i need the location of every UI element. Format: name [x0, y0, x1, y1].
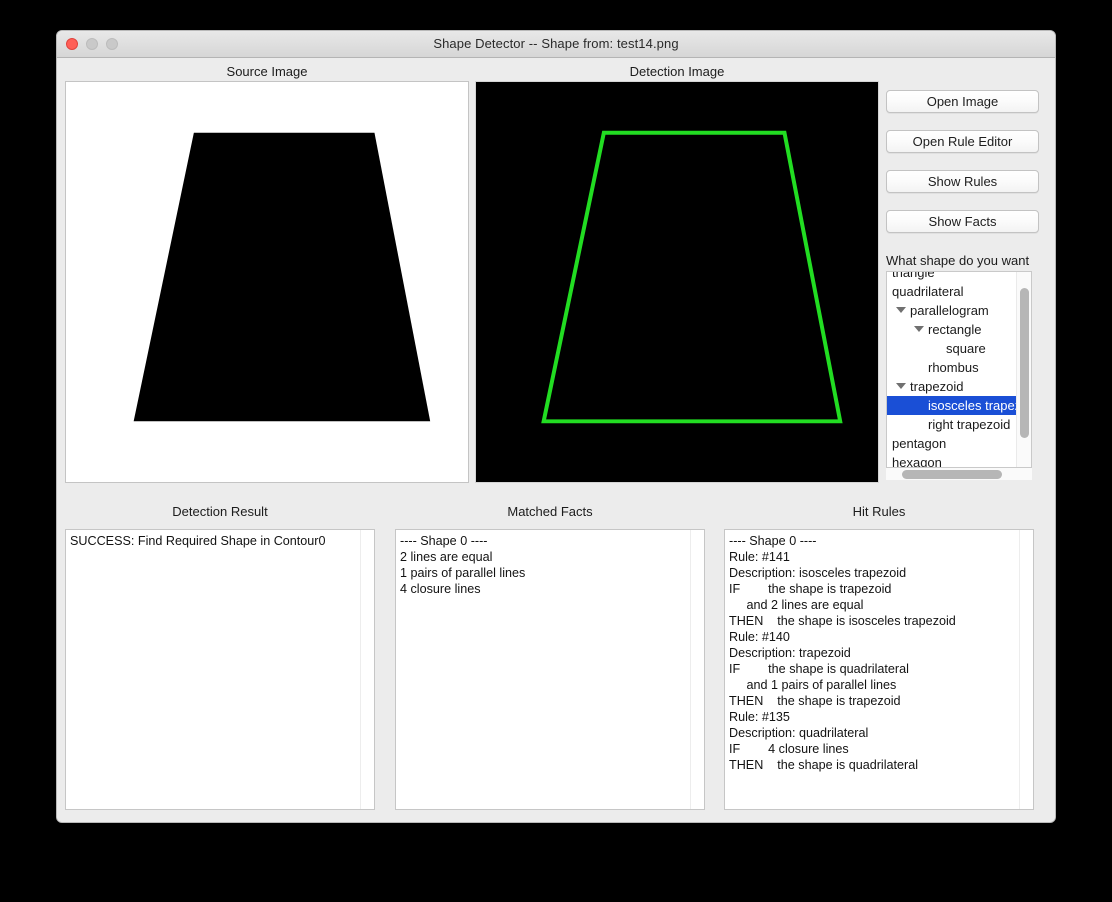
source-image-panel: [65, 81, 469, 483]
shape-tree[interactable]: triangle quadrilateral parallelogram rectan…: [886, 271, 1032, 468]
tree-item-label: triangle: [892, 272, 935, 280]
tree-item-triangle[interactable]: triangle: [887, 272, 1016, 282]
tree-item-trapezoid[interactable]: trapezoid: [887, 377, 1016, 396]
app-window: Shape Detector -- Shape from: test14.png…: [56, 30, 1056, 823]
hit-rules-text: ---- Shape 0 ---- Rule: #141 Description…: [729, 534, 956, 772]
tree-item-pentagon[interactable]: pentagon: [887, 434, 1016, 453]
matched-facts-panel[interactable]: ---- Shape 0 ---- 2 lines are equal 1 pa…: [395, 529, 705, 810]
open-image-button[interactable]: Open Image: [886, 90, 1039, 113]
shape-tree-label: What shape do you want: [886, 253, 1030, 268]
source-shape-svg: [133, 132, 431, 422]
detection-shape-svg: [541, 130, 843, 424]
tree-item-isosceles-trapezoid[interactable]: isosceles trapezoid: [887, 396, 1016, 415]
chevron-down-icon[interactable]: [896, 307, 906, 313]
shape-tree-viewport: triangle quadrilateral parallelogram rectan…: [887, 272, 1016, 468]
tree-item-label: isosceles trapezoid: [928, 398, 1016, 413]
shape-tree-horizontal-scrollbar[interactable]: [886, 468, 1032, 480]
tree-item-label: hexagon: [892, 455, 942, 468]
desktop-background: Shape Detector -- Shape from: test14.png…: [0, 0, 1112, 902]
detection-result-caption: Detection Result: [172, 504, 268, 519]
tree-item-label: quadrilateral: [892, 284, 964, 299]
tree-item-rhombus[interactable]: rhombus: [887, 358, 1016, 377]
tree-item-label: square: [946, 341, 986, 356]
detection-result-panel[interactable]: SUCCESS: Find Required Shape in Contour0: [65, 529, 375, 810]
matched-facts-text: ---- Shape 0 ---- 2 lines are equal 1 pa…: [400, 534, 526, 596]
hit-rules-scrollbar[interactable]: [1019, 530, 1033, 809]
detection-result-text: SUCCESS: Find Required Shape in Contour0: [70, 534, 326, 548]
tree-item-square[interactable]: square: [887, 339, 1016, 358]
tree-item-label: right trapezoid: [928, 417, 1011, 432]
matched-facts-caption: Matched Facts: [507, 504, 593, 519]
chevron-down-icon[interactable]: [914, 326, 924, 332]
hit-rules-panel[interactable]: ---- Shape 0 ---- Rule: #141 Description…: [724, 529, 1034, 810]
detection-image-panel: [475, 81, 879, 483]
shape-tree-horizontal-thumb[interactable]: [902, 470, 1002, 479]
tree-item-right-trapezoid[interactable]: right trapezoid: [887, 415, 1016, 434]
source-image-caption: Source Image: [226, 64, 308, 79]
shape-tree-vertical-scrollbar[interactable]: [1016, 272, 1031, 467]
shape-tree-vertical-thumb[interactable]: [1020, 288, 1029, 438]
tree-item-quadrilateral[interactable]: quadrilateral: [887, 282, 1016, 301]
matched-facts-scrollbar[interactable]: [690, 530, 704, 809]
tree-item-label: rectangle: [928, 322, 982, 337]
tree-item-label: pentagon: [892, 436, 947, 451]
detection-image-caption: Detection Image: [629, 64, 725, 79]
shape-tree-items: triangle quadrilateral parallelogram rectan…: [887, 272, 1016, 468]
tree-item-parallelogram[interactable]: parallelogram: [887, 301, 1016, 320]
window-title: Shape Detector -- Shape from: test14.png: [433, 36, 679, 51]
tree-item-label: rhombus: [928, 360, 979, 375]
tree-item-hexagon[interactable]: hexagon: [887, 453, 1016, 468]
tree-item-label: parallelogram: [910, 303, 989, 318]
chevron-down-icon[interactable]: [896, 383, 906, 389]
hit-rules-caption: Hit Rules: [852, 504, 906, 519]
tree-item-label: trapezoid: [910, 379, 964, 394]
show-rules-button[interactable]: Show Rules: [886, 170, 1039, 193]
window-content: Source Image Detection Image Open Image …: [57, 58, 1055, 822]
open-rule-editor-button[interactable]: Open Rule Editor: [886, 130, 1039, 153]
tree-item-rectangle[interactable]: rectangle: [887, 320, 1016, 339]
detection-result-scrollbar[interactable]: [360, 530, 374, 809]
show-facts-button[interactable]: Show Facts: [886, 210, 1039, 233]
window-titlebar: Shape Detector -- Shape from: test14.png: [57, 31, 1055, 58]
